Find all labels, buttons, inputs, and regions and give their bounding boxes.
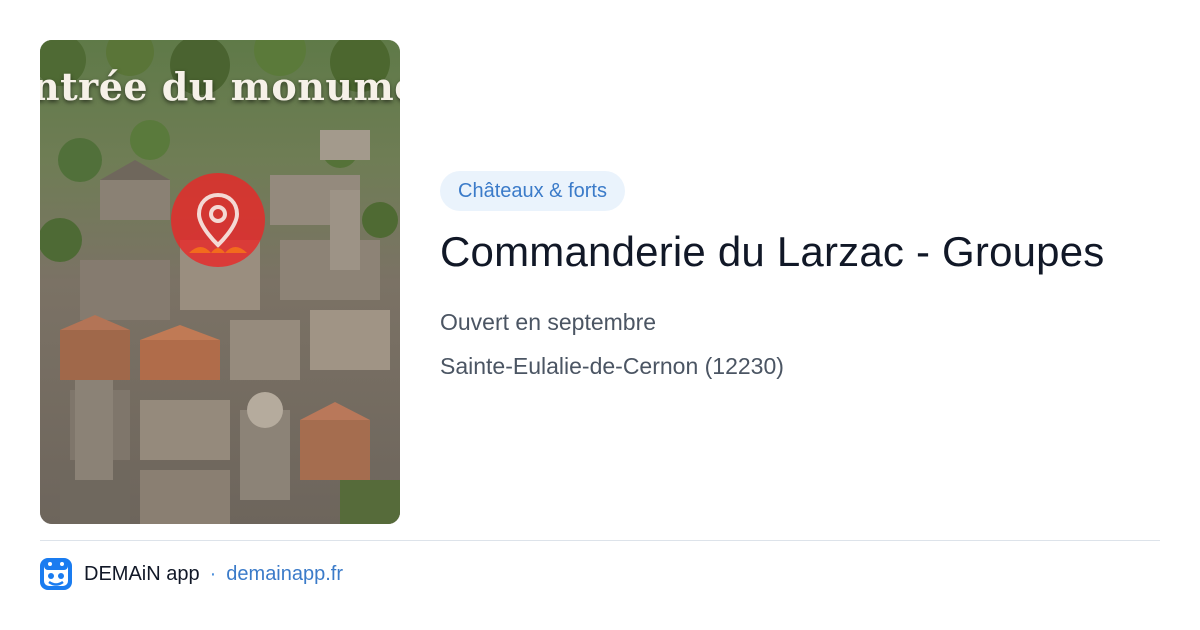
map-pin-badge — [171, 173, 265, 267]
footer-separator: · — [209, 562, 217, 585]
image-overlay-text: ntrée du monume — [40, 64, 400, 109]
page-title[interactable]: Commanderie du Larzac - Groupes — [440, 228, 1105, 276]
app-name: DEMAiN app — [84, 562, 200, 585]
demain-app-icon — [40, 558, 72, 590]
footer: DEMAiN app · demainapp.fr — [40, 558, 343, 590]
opening-hours: Ouvert en septembre — [440, 309, 657, 335]
map-pin-icon — [189, 192, 247, 253]
location-text: Sainte-Eulalie-de-Cernon (12230) — [440, 353, 784, 379]
card-image[interactable]: ntrée du monume — [40, 40, 400, 524]
app-domain-link[interactable]: demainapp.fr — [226, 563, 343, 586]
category-chip[interactable]: Châteaux & forts — [440, 171, 625, 211]
footer-divider — [40, 540, 1160, 541]
aerial-village-photo — [40, 40, 400, 524]
